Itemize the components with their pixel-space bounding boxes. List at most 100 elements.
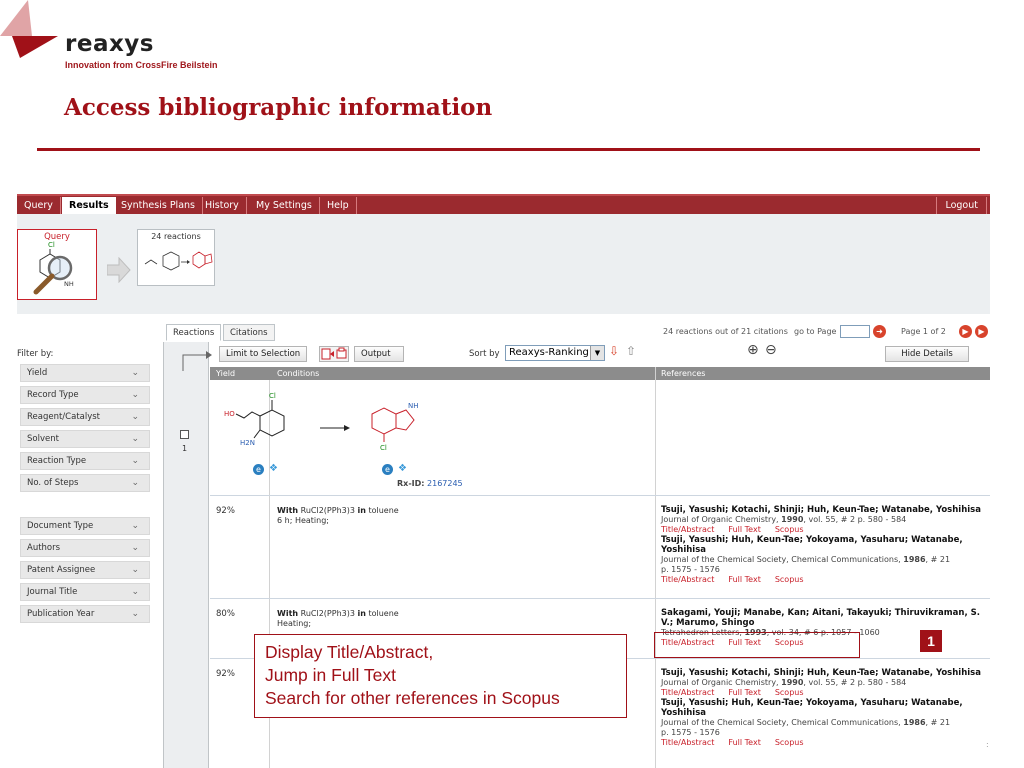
- menu-my-settings[interactable]: My Settings: [249, 197, 320, 214]
- ref-journal: Journal of Organic Chemistry,: [661, 515, 779, 524]
- filter-record-type[interactable]: Record Type ⌄: [20, 386, 150, 404]
- logo-tagline: Innovation from CrossFire Beilstein: [65, 60, 218, 70]
- logout-button[interactable]: Logout: [936, 197, 987, 214]
- full-text-link[interactable]: Full Text: [728, 575, 760, 584]
- tab-reactions[interactable]: Reactions: [166, 324, 222, 341]
- filter-reaction-type[interactable]: Reaction Type ⌄: [20, 452, 150, 470]
- reagent-link[interactable]: RuCl2(PPh3)3: [301, 506, 355, 515]
- full-text-link[interactable]: Full Text: [728, 525, 760, 534]
- filter-label: Authors: [27, 543, 61, 553]
- go-arrow-icon[interactable]: ➜: [873, 325, 886, 338]
- filter-solvent[interactable]: Solvent ⌄: [20, 430, 150, 448]
- full-text-link[interactable]: Full Text: [728, 688, 760, 697]
- logo-wordmark: reaxys: [65, 31, 154, 57]
- export-print-icon[interactable]: [319, 346, 349, 362]
- filter-yield[interactable]: Yield ⌄: [20, 364, 150, 382]
- arrow-right-icon: [107, 257, 131, 283]
- ref-authors[interactable]: Tsuji, Yasushi; Kotachi, Shinji; Huh, Ke…: [661, 668, 986, 678]
- sort-select[interactable]: Reaxys-Ranking ▼: [505, 345, 605, 361]
- filter-label: Publication Year: [27, 609, 95, 619]
- page-number-input[interactable]: [840, 325, 870, 338]
- last-page-icon[interactable]: ▶: [975, 325, 988, 338]
- filter-authors[interactable]: Authors ⌄: [20, 539, 150, 557]
- filter-journal-title[interactable]: Journal Title ⌄: [20, 583, 150, 601]
- in-keyword: in: [357, 609, 366, 618]
- limit-arrow-icon: [182, 351, 212, 371]
- full-text-link[interactable]: Full Text: [728, 738, 760, 747]
- double-chevron-down-icon: ⌄: [131, 609, 139, 619]
- conditions-detail: Heating;: [277, 619, 312, 628]
- column-conditions[interactable]: Conditions: [277, 367, 319, 380]
- filter-reagent-catalyst[interactable]: Reagent/Catalyst ⌄: [20, 408, 150, 426]
- reaction-thumbnail-structure-icon: [144, 251, 213, 271]
- filter-label: No. of Steps: [27, 478, 79, 488]
- reactant-detail-icon[interactable]: e: [253, 464, 264, 475]
- menu-help[interactable]: Help: [320, 197, 357, 214]
- rx-id-link[interactable]: 2167245: [427, 479, 463, 488]
- ref-year: 1990: [781, 515, 804, 524]
- scopus-link[interactable]: Scopus: [775, 688, 804, 697]
- menu-synthesis-plans[interactable]: Synthesis Plans: [114, 197, 203, 214]
- conditions-text: With RuCl2(PPh3)3 in toluene Heating;: [277, 609, 399, 629]
- page-info: Page 1 of 2: [901, 327, 946, 336]
- title-divider: [37, 148, 980, 151]
- menu-query[interactable]: Query: [17, 197, 61, 214]
- output-button[interactable]: Output: [354, 346, 404, 362]
- zoom-out-icon[interactable]: ⊖: [765, 342, 777, 358]
- ref-authors[interactable]: Tsuji, Yasushi; Kotachi, Shinji; Huh, Ke…: [661, 505, 986, 515]
- ref-authors[interactable]: Tsuji, Yasushi; Huh, Keun-Tae; Yokoyama,…: [661, 535, 986, 555]
- tab-citations[interactable]: Citations: [223, 324, 275, 341]
- filter-publication-year[interactable]: Publication Year ⌄: [20, 605, 150, 623]
- structure-editor-icon[interactable]: ❖: [269, 463, 278, 474]
- title-abstract-link[interactable]: Title/Abstract: [661, 688, 714, 697]
- solvent-link[interactable]: toluene: [368, 506, 398, 515]
- sort-value: Reaxys-Ranking: [509, 347, 589, 358]
- svg-text:NH: NH: [64, 280, 74, 288]
- filter-label: Yield: [27, 368, 48, 378]
- reactions-thumbnail[interactable]: 24 reactions: [137, 229, 215, 286]
- ref-authors[interactable]: Sakagami, Youji; Manabe, Kan; Aitani, Ta…: [661, 608, 986, 628]
- zoom-in-icon[interactable]: ⊕: [747, 342, 759, 358]
- rx-id-label: Rx-ID:: [397, 479, 425, 488]
- title-abstract-link[interactable]: Title/Abstract: [661, 525, 714, 534]
- title-abstract-link[interactable]: Title/Abstract: [661, 575, 714, 584]
- ref-authors[interactable]: Tsuji, Yasushi; Huh, Keun-Tae; Yokoyama,…: [661, 698, 986, 718]
- next-page-icon[interactable]: ▶: [959, 325, 972, 338]
- reagent-link[interactable]: RuCl2(PPh3)3: [301, 609, 355, 618]
- column-divider: [655, 367, 656, 768]
- product-detail-icon[interactable]: e: [382, 464, 393, 475]
- annotation-callout: Display Title/Abstract, Jump in Full Tex…: [254, 634, 627, 718]
- sort-ascending-icon[interactable]: ⇧: [626, 344, 636, 358]
- scopus-link[interactable]: Scopus: [775, 575, 804, 584]
- scopus-link[interactable]: Scopus: [775, 525, 804, 534]
- double-chevron-down-icon: ⌄: [131, 565, 139, 575]
- title-abstract-link[interactable]: Title/Abstract: [661, 738, 714, 747]
- filter-document-type[interactable]: Document Type ⌄: [20, 517, 150, 535]
- double-chevron-down-icon: ⌄: [131, 412, 139, 422]
- double-chevron-down-icon: ⌄: [131, 587, 139, 597]
- filter-patent-assignee[interactable]: Patent Assignee ⌄: [20, 561, 150, 579]
- query-structure-magnifier-icon: Cl NH: [33, 241, 74, 295]
- scopus-link[interactable]: Scopus: [775, 738, 804, 747]
- limit-to-selection-button[interactable]: Limit to Selection: [219, 346, 308, 362]
- selection-column: [163, 342, 209, 768]
- column-yield[interactable]: Yield: [216, 367, 235, 380]
- callout-line: Display Title/Abstract,: [265, 642, 434, 662]
- filter-no-of-steps[interactable]: No. of Steps ⌄: [20, 474, 150, 492]
- with-keyword: With: [277, 506, 299, 515]
- hide-details-button[interactable]: Hide Details: [885, 346, 969, 362]
- menu-history[interactable]: History: [198, 197, 247, 214]
- menu-results[interactable]: Results: [62, 197, 116, 214]
- ref-year: 1990: [781, 678, 804, 687]
- rx-id: Rx-ID: 2167245: [397, 479, 463, 488]
- column-references[interactable]: References: [661, 367, 705, 380]
- filter-label: Record Type: [27, 390, 79, 400]
- main-menubar: Query Results Synthesis Plans History My…: [17, 194, 990, 214]
- sort-descending-icon[interactable]: ⇩: [609, 344, 619, 358]
- select-reaction-checkbox[interactable]: [180, 430, 189, 439]
- structure-editor-icon[interactable]: ❖: [398, 463, 407, 474]
- row-divider: [210, 598, 990, 599]
- solvent-link[interactable]: toluene: [368, 609, 398, 618]
- yield-value: 92%: [216, 669, 235, 679]
- query-thumbnail[interactable]: Query Cl NH: [17, 229, 97, 300]
